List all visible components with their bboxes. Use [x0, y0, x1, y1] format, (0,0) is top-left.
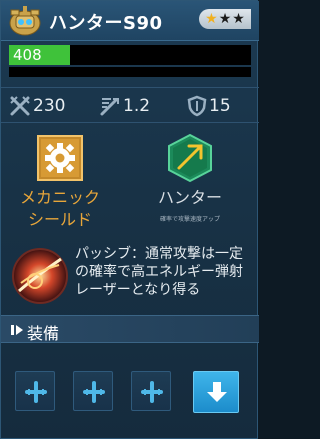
hp-bar: 408	[9, 45, 251, 65]
skill-hunter-desc: 確率で攻撃速度アップ	[159, 216, 220, 223]
skill-mechanic-shield-label: メカニック シールド	[5, 187, 115, 231]
star-filled-icon: ★	[205, 11, 218, 27]
equipment-slot-3[interactable]	[131, 371, 171, 411]
arrow-up-icon	[168, 133, 212, 183]
energy-beam-icon	[12, 248, 68, 304]
stats-row: 230 1.2 15	[1, 87, 259, 123]
equipment-slot-2[interactable]	[73, 371, 113, 411]
star-rating: ★ ★ ★	[199, 9, 251, 29]
attack-speed-value: 1.2	[123, 96, 151, 116]
stat-defense: 15	[187, 94, 231, 118]
equipment-slot-1[interactable]	[15, 371, 55, 411]
star-empty-icon: ★	[232, 11, 245, 27]
add-slot-icon	[83, 381, 105, 403]
add-slot-icon	[25, 381, 47, 403]
stat-attack: 230	[9, 94, 65, 118]
attack-speed-icon	[100, 98, 119, 116]
expand-arrow-icon	[11, 325, 23, 335]
shield-defense-icon	[187, 95, 207, 117]
skill-hunter-button[interactable]	[165, 133, 215, 183]
unit-info-panel: ハンターS90 ★ ★ ★ 408 230 1.2 15 メカニック シールド …	[0, 0, 259, 439]
skill-hunter-label: ハンター	[157, 188, 222, 207]
skill-1-label-line1: メカニック	[19, 188, 100, 207]
attack-crossed-swords-icon	[10, 96, 30, 116]
attack-value: 230	[33, 96, 66, 116]
star-empty-icon: ★	[218, 11, 232, 27]
download-button[interactable]	[193, 371, 239, 413]
passive-description: パッシブ：通常攻撃は一定の確率で高エネルギー弾射レーザーとなり得る	[75, 246, 243, 298]
mech-avatar-icon	[9, 6, 41, 36]
gear-icon	[37, 135, 83, 181]
unit-header: ハンターS90 ★ ★ ★	[1, 1, 259, 41]
secondary-bar	[9, 67, 251, 77]
equipment-section-header[interactable]: 装備	[1, 315, 259, 343]
skill-mechanic-shield-button[interactable]	[37, 135, 83, 181]
download-arrow-icon	[207, 382, 227, 402]
equipment-title: 装備	[27, 324, 60, 343]
skill-1-label-line2: シールド	[27, 210, 92, 229]
unit-title: ハンターS90	[49, 13, 163, 34]
stat-attack-speed: 1.2	[99, 94, 150, 118]
add-slot-icon	[141, 381, 163, 403]
hp-value: 408	[13, 46, 42, 64]
defense-value: 15	[209, 96, 231, 116]
